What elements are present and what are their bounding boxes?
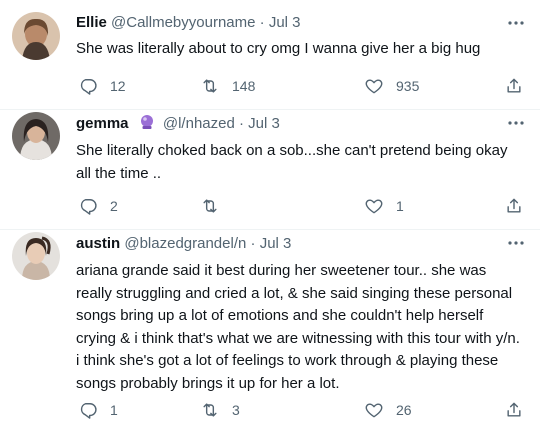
tweet[interactable]: austin @blazedgrandel/n · Jul 3 ariana g… [0,230,540,432]
avatar[interactable] [12,232,60,280]
tweet-actions: 12 148 935 [74,74,526,98]
reply-icon [80,403,97,419]
user-handle[interactable]: @Callmebyyourname [111,14,255,31]
tweet-actions: 2 1 [74,194,526,218]
reply-icon [80,79,97,95]
retweet-button[interactable]: 3 [200,398,240,422]
retweet-count: 3 [232,402,240,418]
retweet-button[interactable]: 148 [200,74,255,98]
more-options-icon[interactable] [506,233,526,253]
retweet-count: 148 [232,78,256,94]
share-icon [507,78,521,93]
tweet-date[interactable]: Jul 3 [260,235,292,252]
avatar[interactable] [12,12,60,60]
user-handle[interactable]: @l/nhazed [163,115,235,132]
crystal-ball-icon [140,115,153,129]
user-handle[interactable]: @blazedgrandel/n [124,235,246,252]
separator: · [259,14,265,31]
tweet-actions: 1 3 26 [74,398,526,422]
retweet-icon [203,199,217,213]
tweet-date[interactable]: Jul 3 [248,115,280,132]
separator: · [250,235,256,252]
heart-icon [365,199,383,214]
heart-icon [365,403,383,418]
heart-icon [365,79,383,94]
tweet-text: She was literally about to cry omg I wan… [76,40,481,57]
retweet-icon [203,79,217,93]
reply-button[interactable]: 2 [78,194,118,218]
more-options-icon[interactable] [506,113,526,133]
tweet[interactable]: gemma @l/nhazed · Jul 3 She literally ch… [0,110,540,230]
like-count: 1 [396,198,404,214]
like-button[interactable]: 1 [364,194,404,218]
reply-count: 1 [110,402,118,418]
share-button[interactable] [504,194,524,218]
tweet-header: Ellie @Callmebyyourname · Jul 3 [76,13,301,33]
tweet-date[interactable]: Jul 3 [269,14,301,31]
share-button[interactable] [504,398,524,422]
display-name[interactable]: Ellie [76,14,107,31]
reply-count: 2 [110,198,118,214]
display-name[interactable]: austin [76,235,120,252]
like-button[interactable]: 935 [364,74,419,98]
share-icon [507,402,521,417]
tweet[interactable]: Ellie @Callmebyyourname · Jul 3 She was … [0,0,540,110]
more-options-icon[interactable] [506,13,526,33]
tweet-text: ariana grande said it best during her sw… [76,262,520,392]
like-count: 26 [396,402,412,418]
avatar[interactable] [12,112,60,160]
tweet-text: She literally choked back on a sob...she… [76,142,508,182]
display-name[interactable]: gemma [76,115,129,132]
share-icon [507,198,521,213]
retweet-button[interactable] [200,194,232,218]
tweet-header: austin @blazedgrandel/n · Jul 3 [76,234,291,254]
share-button[interactable] [504,74,524,98]
tweet-header: gemma @l/nhazed · Jul 3 [76,114,280,134]
reply-count: 12 [110,78,126,94]
retweet-icon [203,403,217,417]
reply-button[interactable]: 12 [78,74,126,98]
reply-button[interactable]: 1 [78,398,118,422]
separator: · [239,115,244,132]
reply-icon [80,199,97,215]
like-count: 935 [396,78,420,94]
like-button[interactable]: 26 [364,398,412,422]
